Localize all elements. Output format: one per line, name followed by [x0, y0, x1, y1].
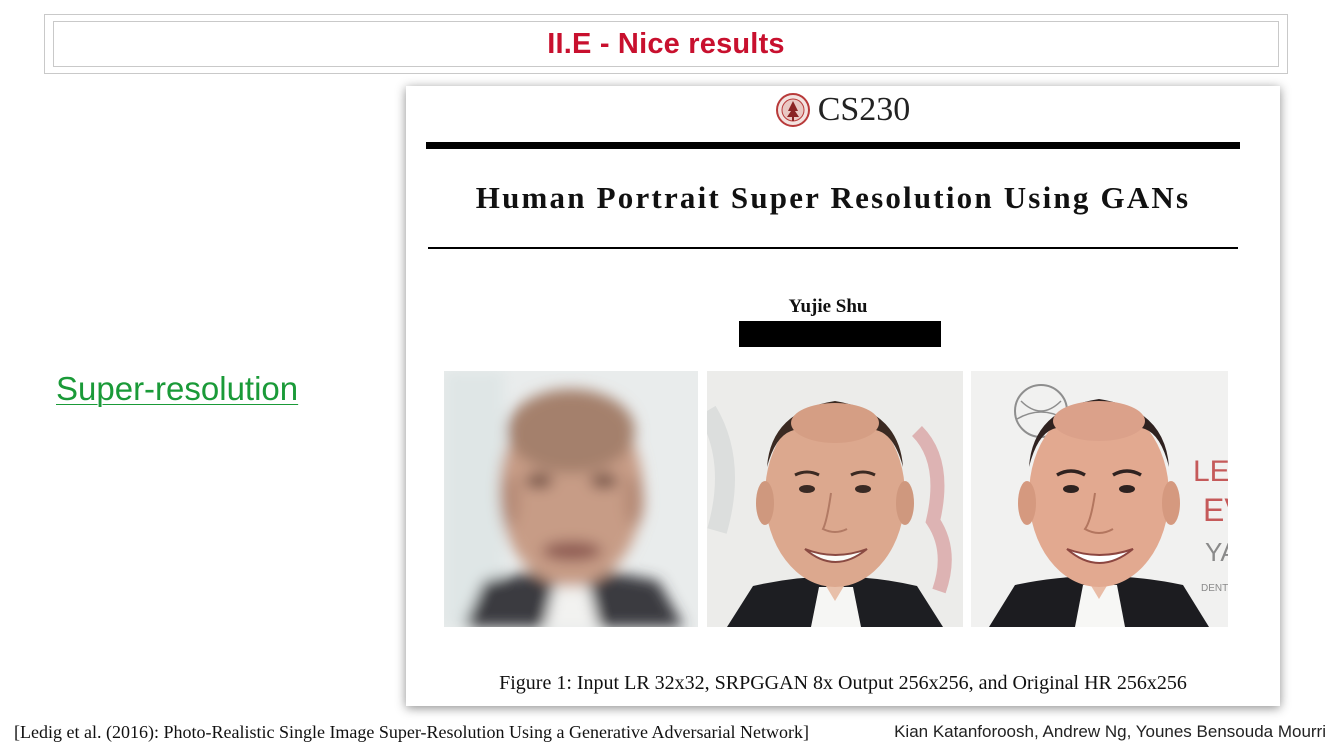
original-hr-image: LEG EV YA DENT — [971, 371, 1228, 627]
course-header: CS230 — [406, 90, 1280, 130]
redacted-block — [739, 321, 941, 347]
course-code: CS230 — [817, 91, 911, 128]
stanford-seal-icon — [775, 93, 810, 127]
paper-screenshot: CS230 Human Portrait Super Resolution Us… — [406, 86, 1280, 706]
paper-title: Human Portrait Super Resolution Using GA… — [475, 180, 1191, 215]
slide-title-frame: II.E - Nice results — [44, 14, 1288, 74]
figure-images: LEG EV YA DENT — [444, 371, 1228, 627]
slide-title-inner-frame: II.E - Nice results — [53, 21, 1279, 67]
bg-letters-4: DENT — [1201, 583, 1228, 594]
paper-author: Yujie Shu — [788, 296, 868, 317]
bg-letters-2: EV — [1203, 492, 1228, 528]
slide-title: II.E - Nice results — [547, 27, 785, 60]
bg-letters-3: YA — [1205, 537, 1228, 567]
input-lr-image — [444, 371, 698, 627]
citation: [Ledig et al. (2016): Photo-Realistic Si… — [14, 722, 809, 742]
thick-divider — [426, 142, 1240, 149]
srpggan-output-image — [707, 371, 963, 627]
super-resolution-link[interactable]: Super-resolution — [56, 370, 298, 408]
bg-letters-1: LEG — [1193, 455, 1228, 488]
thin-divider — [428, 247, 1238, 249]
author-credits: Kian Katanforoosh, Andrew Ng, Younes Ben… — [894, 722, 1326, 741]
figure-caption: Figure 1: Input LR 32x32, SRPGGAN 8x Out… — [499, 672, 1187, 694]
